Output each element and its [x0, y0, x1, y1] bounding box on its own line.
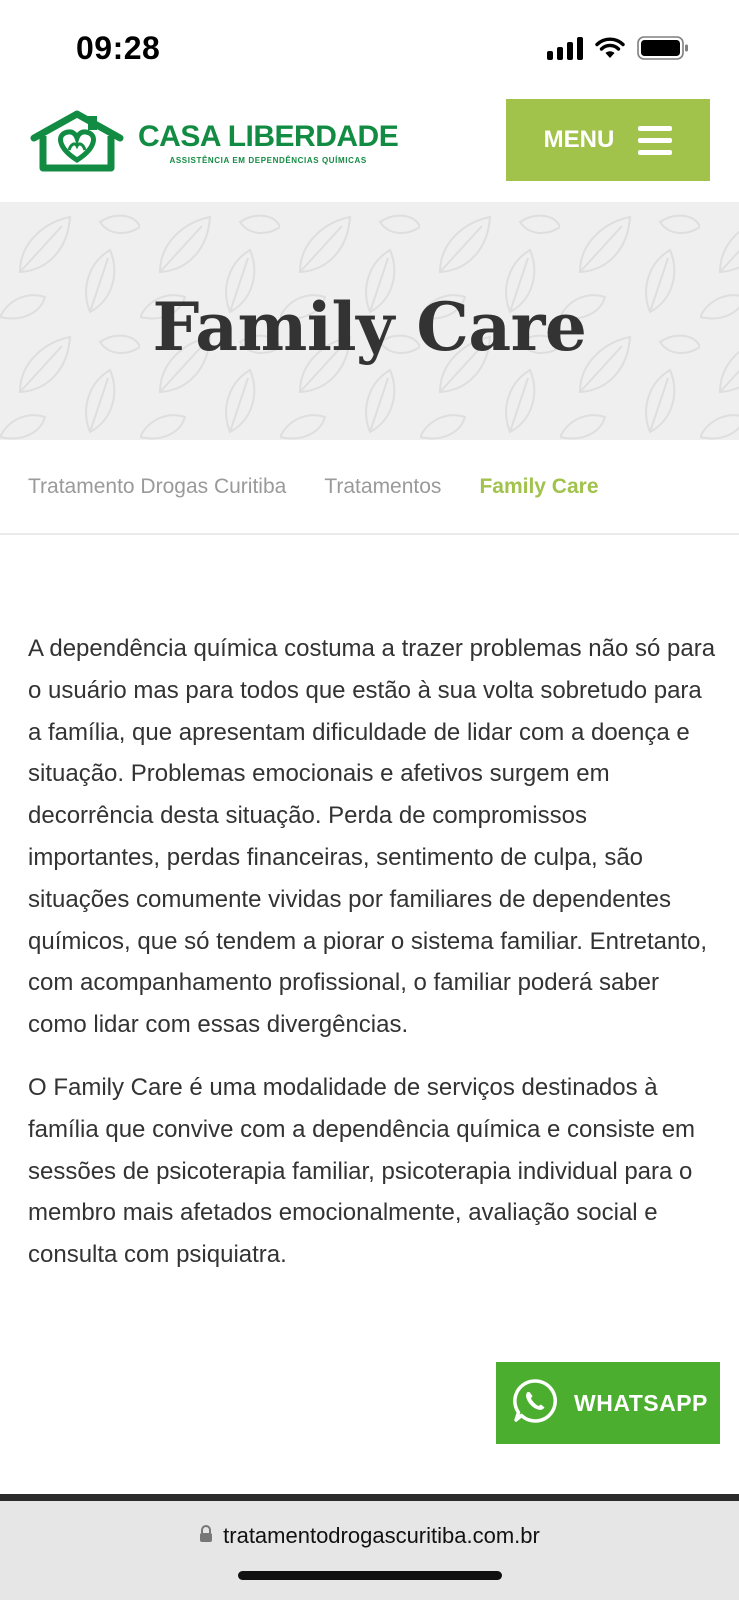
- wifi-icon: [595, 37, 625, 59]
- breadcrumb: Tratamento Drogas Curitiba Tratamentos F…: [0, 440, 739, 535]
- site-logo[interactable]: CASA LIBERDADE ASSISTÊNCIA EM DEPENDÊNCI…: [28, 110, 399, 177]
- content-paragraph-1: A dependência química costuma a trazer p…: [28, 635, 716, 1039]
- logo-text: CASA LIBERDADE ASSISTÊNCIA EM DEPENDÊNCI…: [138, 120, 399, 166]
- status-bar: 09:28: [0, 0, 739, 98]
- whatsapp-button[interactable]: WHATSAPP: [496, 1362, 720, 1444]
- status-icons: [547, 36, 689, 60]
- lock-icon: [199, 1524, 213, 1548]
- hero-banner: Family Care: [0, 202, 739, 440]
- home-indicator[interactable]: [238, 1571, 502, 1580]
- content-paragraph-2: O Family Care é uma modalidade de serviç…: [28, 1073, 696, 1269]
- url-row[interactable]: tratamentodrogascuritiba.com.br: [0, 1523, 739, 1549]
- menu-button[interactable]: MENU: [506, 99, 710, 181]
- breadcrumb-link-home[interactable]: Tratamento Drogas Curitiba: [28, 475, 286, 499]
- hamburger-icon: [638, 125, 673, 155]
- breadcrumb-link-tratamentos[interactable]: Tratamentos: [324, 475, 441, 499]
- main-content: A dependência química costuma a trazer p…: [28, 628, 718, 1276]
- status-time: 09:28: [76, 30, 161, 66]
- url-text: tratamentodrogascuritiba.com.br: [223, 1523, 540, 1548]
- logo-name: CASA LIBERDADE: [138, 120, 399, 153]
- breadcrumb-current: Family Care: [479, 474, 599, 498]
- whatsapp-label: WHATSAPP: [574, 1389, 708, 1416]
- battery-icon: [637, 36, 689, 60]
- page-title: Family Care: [152, 288, 587, 366]
- browser-address-bar[interactable]: tratamentodrogascuritiba.com.br: [0, 1501, 739, 1600]
- browser-divider: [0, 1494, 739, 1501]
- logo-tagline: ASSISTÊNCIA EM DEPENDÊNCIAS QUÍMICAS: [169, 156, 367, 165]
- signal-icon: [547, 36, 583, 60]
- house-heart-icon: [28, 110, 126, 177]
- site-header: CASA LIBERDADE ASSISTÊNCIA EM DEPENDÊNCI…: [0, 98, 739, 202]
- menu-label: MENU: [543, 126, 615, 153]
- whatsapp-icon: [512, 1378, 558, 1429]
